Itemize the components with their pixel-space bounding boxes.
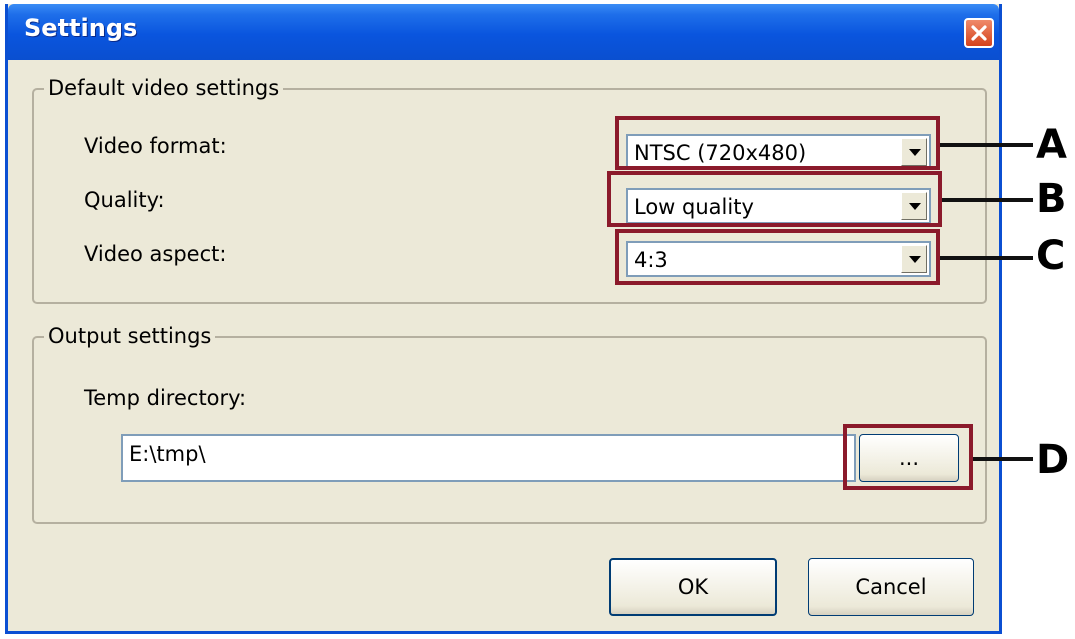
- video-aspect-label: Video aspect:: [84, 242, 227, 266]
- close-icon: [971, 25, 987, 41]
- ok-label: OK: [677, 575, 709, 599]
- group-legend: Output settings: [44, 322, 216, 350]
- temp-directory-label: Temp directory:: [84, 386, 247, 410]
- window-title: Settings: [24, 14, 138, 42]
- callout-box-d: [843, 424, 973, 490]
- callout-line-c: [940, 256, 1033, 260]
- temp-directory-value: E:\tmp\: [129, 442, 206, 466]
- title-bar[interactable]: Settings: [8, 4, 999, 60]
- ok-button[interactable]: OK: [609, 558, 777, 616]
- cancel-button[interactable]: Cancel: [808, 558, 974, 616]
- group-legend: Default video settings: [44, 74, 284, 102]
- callout-line-b: [942, 198, 1033, 202]
- close-button[interactable]: [964, 18, 994, 48]
- callout-line-d: [973, 457, 1033, 461]
- quality-label: Quality:: [84, 188, 165, 212]
- settings-dialog: Settings Default video settings Video fo…: [5, 4, 1002, 634]
- callout-letter-a: A: [1036, 122, 1067, 168]
- video-format-label: Video format:: [84, 134, 227, 158]
- cancel-label: Cancel: [855, 575, 927, 599]
- temp-directory-input[interactable]: E:\tmp\: [121, 434, 856, 482]
- callout-letter-c: C: [1036, 233, 1066, 279]
- callout-box-c: [615, 229, 940, 285]
- callout-line-a: [940, 143, 1033, 147]
- callout-box-a: [615, 116, 940, 170]
- callout-letter-d: D: [1036, 437, 1070, 483]
- callout-box-b: [607, 171, 942, 227]
- callout-letter-b: B: [1036, 176, 1067, 222]
